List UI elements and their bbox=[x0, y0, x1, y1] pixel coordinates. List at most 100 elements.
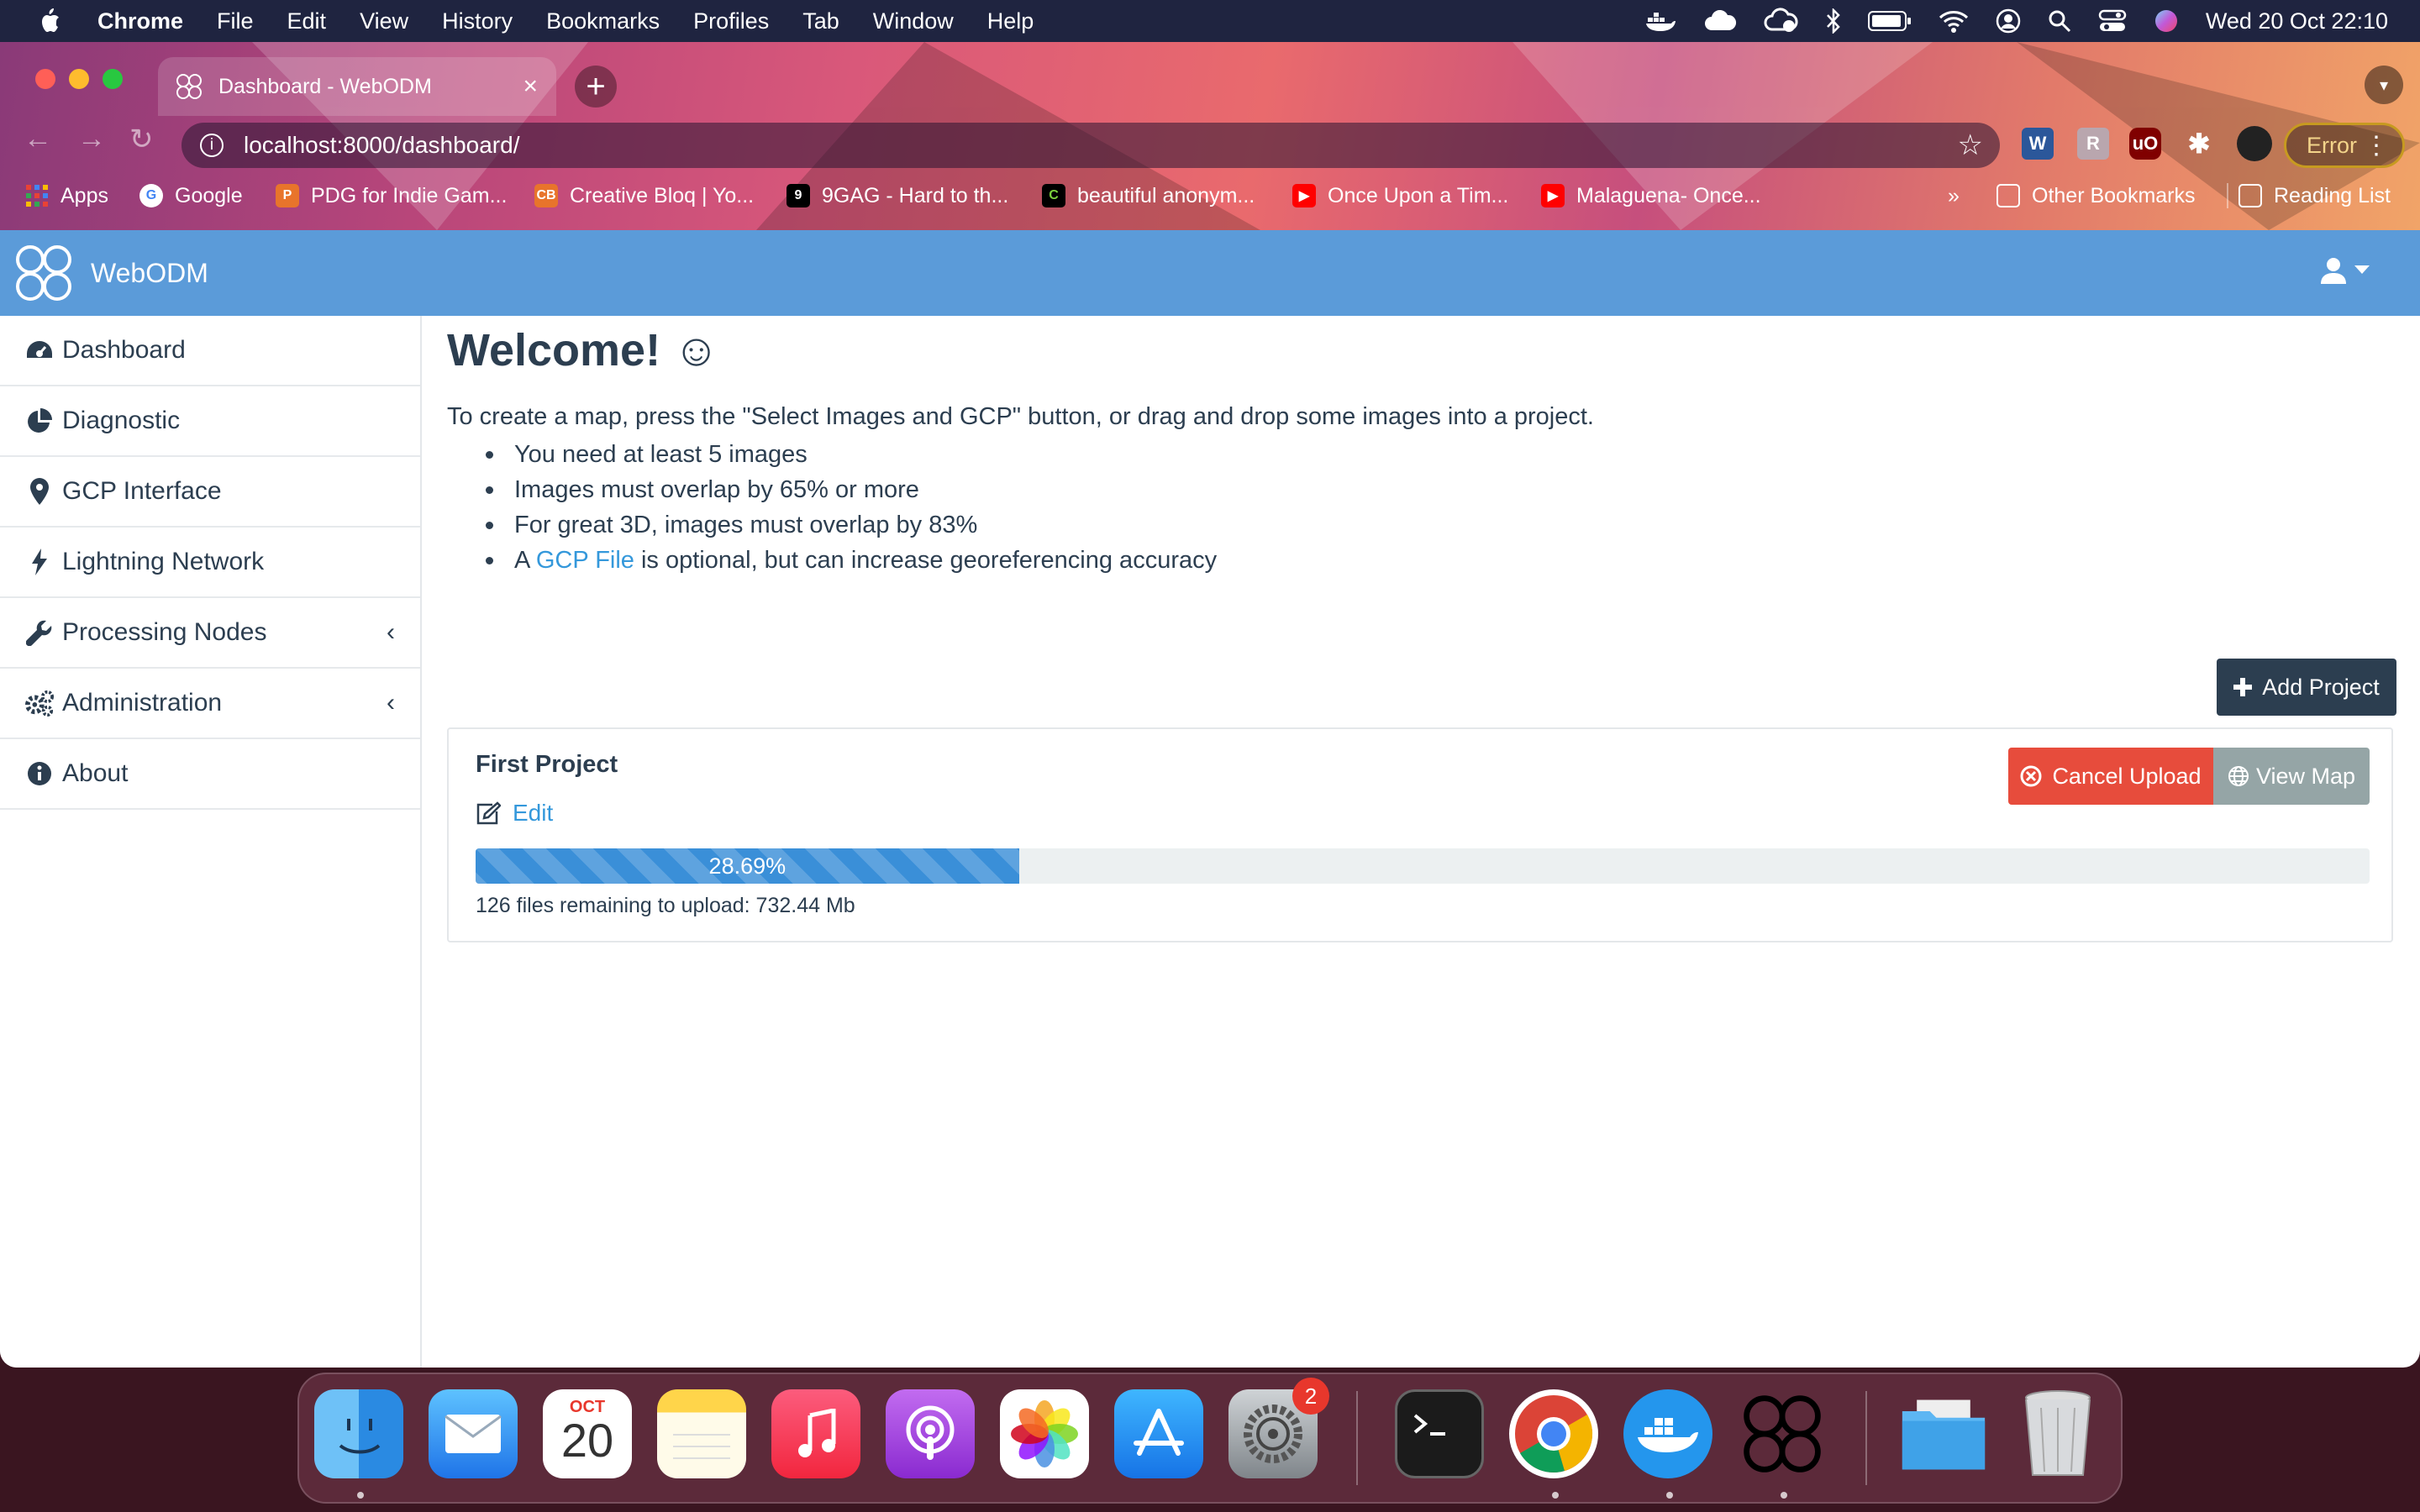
siri-icon[interactable] bbox=[2154, 8, 2179, 34]
webodm-app-icon[interactable] bbox=[1738, 1389, 1827, 1478]
plus-icon bbox=[2233, 678, 2253, 696]
view-map-button[interactable]: View Map bbox=[2213, 748, 2370, 805]
menu-profiles[interactable]: Profiles bbox=[693, 8, 769, 34]
list-item: A GCP File is optional, but can increase… bbox=[485, 543, 1217, 578]
sidebar-item-processing-nodes[interactable]: Processing Nodes ‹ bbox=[0, 598, 420, 669]
ublock-extension-icon[interactable]: uO bbox=[2129, 128, 2161, 160]
webodm-navbar: WebODM bbox=[0, 230, 2420, 316]
bookmark-label: Other Bookmarks bbox=[2032, 183, 2196, 207]
bookmark-star-icon[interactable]: ☆ bbox=[1958, 129, 1983, 162]
wifi-icon[interactable] bbox=[1939, 9, 1969, 33]
menu-window[interactable]: Window bbox=[873, 8, 954, 34]
battery-icon[interactable] bbox=[1867, 10, 1912, 32]
bookmarks-divider bbox=[2227, 183, 2228, 208]
docker-app-icon[interactable] bbox=[1623, 1389, 1712, 1478]
bookmark-pdg[interactable]: P PDG for Indie Gam... bbox=[276, 184, 507, 208]
menubar-clock[interactable]: Wed 20 Oct 22:10 bbox=[2206, 8, 2388, 34]
address-bar[interactable]: i localhost:8000/dashboard/ ☆ bbox=[182, 123, 2000, 168]
pdg-icon: P bbox=[276, 184, 299, 207]
sidebar-item-dashboard[interactable]: Dashboard bbox=[0, 316, 420, 386]
cloud-icon[interactable] bbox=[1703, 10, 1737, 32]
sidebar-item-administration[interactable]: Administration ‹ bbox=[0, 669, 420, 739]
close-window-button[interactable] bbox=[35, 69, 55, 89]
cancel-upload-button[interactable]: Cancel Upload bbox=[2008, 748, 2213, 805]
calendar-app-icon[interactable]: OCT 20 bbox=[543, 1389, 632, 1478]
bookmark-beautiful-anonymous[interactable]: C beautiful anonym... bbox=[1042, 184, 1255, 208]
app-store-icon[interactable] bbox=[1114, 1389, 1203, 1478]
progress-label: 28.69% bbox=[708, 853, 786, 879]
browser-error-button[interactable]: Error ⋮ bbox=[2284, 123, 2405, 168]
reader-extension-icon[interactable]: R bbox=[2077, 128, 2109, 160]
forward-arrow-icon[interactable]: → bbox=[77, 123, 106, 155]
music-app-icon[interactable] bbox=[771, 1389, 860, 1478]
sidebar: Dashboard Diagnostic GCP Interface Light… bbox=[0, 316, 422, 1368]
bookmark-reading-list[interactable]: Reading List bbox=[2238, 184, 2391, 208]
close-tab-icon[interactable]: × bbox=[523, 72, 538, 101]
podcasts-app-icon[interactable] bbox=[886, 1389, 975, 1478]
zoom-window-button[interactable] bbox=[103, 69, 123, 89]
cloud-sync-icon[interactable] bbox=[1764, 8, 1799, 34]
pie-chart-icon bbox=[25, 407, 54, 435]
system-preferences-icon[interactable]: 2 bbox=[1228, 1378, 1329, 1478]
bookmark-other-bookmarks[interactable]: Other Bookmarks bbox=[1996, 184, 2196, 208]
bookmark-label: 9GAG - Hard to th... bbox=[822, 183, 1009, 207]
sidebar-item-about[interactable]: About bbox=[0, 739, 420, 810]
downloads-folder-icon[interactable] bbox=[1899, 1389, 1988, 1478]
tab-search-icon[interactable]: ▾ bbox=[2365, 66, 2403, 104]
spotlight-search-icon[interactable] bbox=[2048, 9, 2071, 33]
bookmark-google[interactable]: G Google bbox=[139, 184, 243, 208]
brand-name[interactable]: WebODM bbox=[91, 258, 208, 289]
photos-app-icon[interactable] bbox=[1000, 1389, 1089, 1478]
bookmarks-overflow-chevron-icon[interactable]: » bbox=[1948, 184, 1960, 208]
menu-bookmarks[interactable]: Bookmarks bbox=[546, 8, 660, 34]
bookmark-label: Creative Bloq | Yo... bbox=[570, 183, 755, 207]
site-info-icon[interactable]: i bbox=[200, 134, 224, 157]
trash-icon[interactable] bbox=[2013, 1389, 2102, 1478]
menu-chrome[interactable]: Chrome bbox=[97, 8, 183, 34]
bookmark-malaguena[interactable]: ▶ Malaguena- Once... bbox=[1541, 184, 1761, 208]
new-tab-button[interactable]: + bbox=[575, 66, 617, 108]
minimize-window-button[interactable] bbox=[69, 69, 89, 89]
add-project-button[interactable]: Add Project bbox=[2217, 659, 2396, 716]
menu-view[interactable]: View bbox=[360, 8, 408, 34]
menu-tab[interactable]: Tab bbox=[802, 8, 839, 34]
sidebar-item-diagnostic[interactable]: Diagnostic bbox=[0, 386, 420, 457]
chrome-app-icon[interactable] bbox=[1509, 1389, 1598, 1478]
list-item: For great 3D, images must overlap by 83% bbox=[485, 507, 1217, 543]
profile-avatar[interactable] bbox=[2237, 126, 2272, 161]
bluetooth-icon[interactable] bbox=[1826, 8, 1841, 34]
reload-icon[interactable]: ↻ bbox=[129, 123, 154, 156]
bookmark-9gag[interactable]: 9 9GAG - Hard to th... bbox=[786, 184, 1008, 208]
extensions-puzzle-icon[interactable]: ✱ bbox=[2183, 128, 2215, 160]
sidebar-item-label: GCP Interface bbox=[62, 477, 222, 505]
menu-help[interactable]: Help bbox=[987, 8, 1034, 34]
menu-history[interactable]: History bbox=[442, 8, 513, 34]
more-menu-icon[interactable]: ⋮ bbox=[2364, 131, 2389, 160]
word-extension-icon[interactable]: W bbox=[2022, 128, 2054, 160]
bookmark-once-upon-a-time[interactable]: ▶ Once Upon a Tim... bbox=[1292, 184, 1508, 208]
user-menu[interactable] bbox=[2321, 257, 2370, 284]
finder-app-icon[interactable] bbox=[314, 1389, 403, 1478]
tab-dashboard[interactable]: Dashboard - WebODM × bbox=[158, 57, 556, 116]
sidebar-item-gcp-interface[interactable]: GCP Interface bbox=[0, 457, 420, 528]
control-center-icon[interactable] bbox=[2098, 8, 2127, 34]
apple-logo-icon[interactable] bbox=[37, 8, 60, 34]
user-account-icon[interactable] bbox=[1996, 8, 2021, 34]
notes-app-icon[interactable] bbox=[657, 1389, 746, 1478]
gears-icon bbox=[25, 689, 54, 717]
list-item: Images must overlap by 65% or more bbox=[485, 472, 1217, 507]
sidebar-item-lightning-network[interactable]: Lightning Network bbox=[0, 528, 420, 598]
menu-edit[interactable]: Edit bbox=[287, 8, 327, 34]
bookmark-label: beautiful anonym... bbox=[1077, 183, 1255, 207]
menu-file[interactable]: File bbox=[217, 8, 254, 34]
back-arrow-icon[interactable]: ← bbox=[24, 123, 52, 155]
bookmark-creative-bloq[interactable]: CB Creative Bloq | Yo... bbox=[534, 184, 754, 208]
edit-project-link[interactable]: Edit bbox=[476, 800, 553, 827]
bookmark-apps[interactable]: Apps bbox=[25, 184, 108, 208]
gcp-file-link[interactable]: GCP File bbox=[536, 547, 634, 574]
cancel-upload-label: Cancel Upload bbox=[2052, 763, 2202, 789]
terminal-app-icon[interactable] bbox=[1395, 1389, 1484, 1478]
docker-status-icon[interactable] bbox=[1644, 9, 1676, 33]
mail-app-icon[interactable] bbox=[429, 1389, 518, 1478]
webodm-logo-icon[interactable] bbox=[12, 241, 76, 305]
